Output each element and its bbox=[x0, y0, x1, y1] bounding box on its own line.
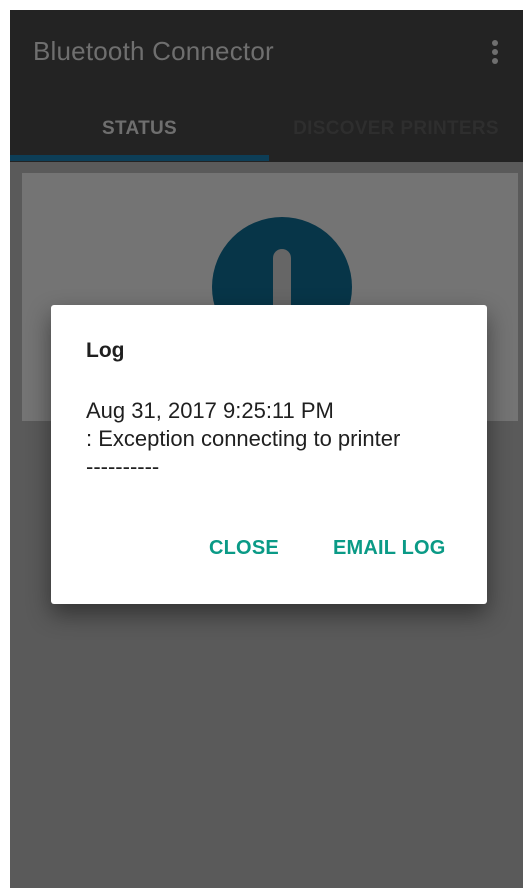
log-line-message: : Exception connecting to printer bbox=[86, 426, 401, 451]
dialog-log-text: Aug 31, 2017 9:25:11 PM : Exception conn… bbox=[86, 397, 476, 481]
email-log-button[interactable]: EMAIL LOG bbox=[333, 537, 446, 560]
dialog-title: Log bbox=[86, 339, 125, 362]
log-line-timestamp: Aug 31, 2017 9:25:11 PM bbox=[86, 398, 334, 423]
close-button[interactable]: CLOSE bbox=[209, 537, 279, 560]
app-bar: Bluetooth Connector STATUS DISCOVER PRIN… bbox=[10, 10, 523, 162]
tab-indicator bbox=[10, 155, 269, 161]
tab-status[interactable]: STATUS bbox=[10, 118, 269, 140]
log-dialog: Log Aug 31, 2017 9:25:11 PM : Exception … bbox=[51, 305, 487, 604]
more-vert-icon[interactable] bbox=[491, 40, 499, 66]
log-line-separator: ---------- bbox=[86, 454, 160, 479]
tab-discover-printers[interactable]: DISCOVER PRINTERS bbox=[269, 118, 523, 140]
app-screen: Bluetooth Connector STATUS DISCOVER PRIN… bbox=[10, 10, 523, 888]
app-title: Bluetooth Connector bbox=[33, 36, 274, 66]
